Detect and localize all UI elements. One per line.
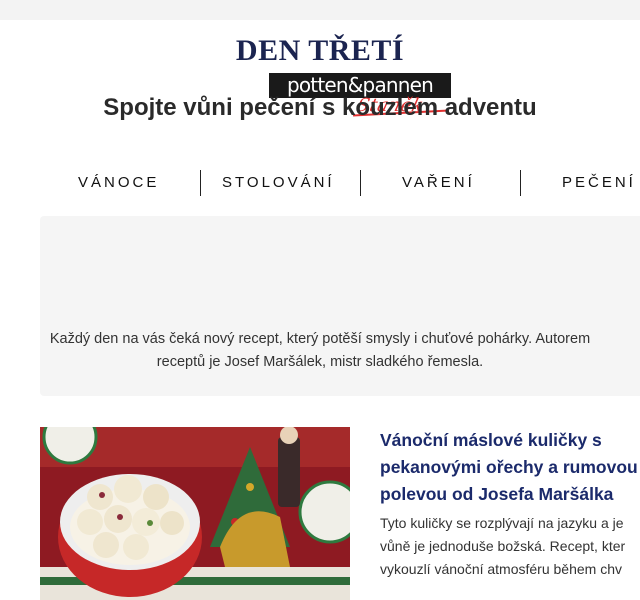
intro-subtitle: Spojte vůni pečení s kouzlem adventu: [103, 93, 537, 121]
article-title-link[interactable]: Vánoční máslové kuličky s pekanovými oře…: [380, 427, 640, 508]
nav-item-stolovani[interactable]: STOLOVÁNÍ: [222, 170, 335, 196]
intro-description: Každý den na vás čeká nový recept, který…: [0, 328, 640, 374]
intro-description-line: Každý den na vás čeká nový recept, který…: [49, 331, 591, 347]
page-title: DEN TŘETÍ: [235, 34, 405, 68]
article-title-line[interactable]: polevou od Josefa Maršálka: [380, 481, 640, 508]
nav-item-vanoce[interactable]: VÁNOCE: [78, 170, 159, 196]
article-photo-illustration: [40, 427, 350, 600]
nav-separator: [200, 170, 201, 196]
article-title-line[interactable]: pekanovými ořechy a rumovou: [380, 454, 640, 481]
article-excerpt: Tyto kuličky se rozplývají na jazyku a j…: [380, 512, 640, 581]
nav-separator: [360, 170, 361, 196]
article-excerpt-line: vůně je jednoduše božská. Recept, kter: [380, 538, 626, 554]
article-excerpt-line: vykouzlí vánoční atmosféru během chv: [380, 561, 623, 577]
nav-item-vareni[interactable]: VAŘENÍ: [402, 170, 475, 196]
top-strip: [0, 0, 640, 20]
intro-description-line: receptů je Josef Maršálek, mistr sladkéh…: [156, 354, 484, 370]
nav-item-peceni[interactable]: PEČENÍ: [562, 170, 636, 196]
main-nav: VÁNOCE STOLOVÁNÍ VAŘENÍ PEČENÍ: [0, 170, 640, 196]
nav-separator: [520, 170, 521, 196]
article-excerpt-line: Tyto kuličky se rozplývají na jazyku a j…: [380, 515, 624, 531]
article-image[interactable]: [40, 427, 350, 600]
article-title-line[interactable]: Vánoční máslové kuličky s: [380, 427, 640, 454]
